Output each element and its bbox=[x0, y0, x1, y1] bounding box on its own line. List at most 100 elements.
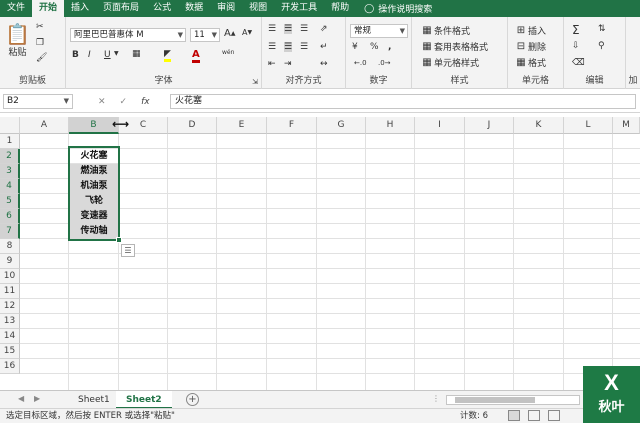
number-format-select[interactable]: 常规 ▼ bbox=[350, 24, 408, 38]
cell-b6[interactable]: 变速器 bbox=[69, 209, 119, 224]
sort-filter-icon[interactable]: ⇅ bbox=[598, 24, 606, 34]
column-header-f[interactable]: F bbox=[267, 117, 317, 134]
fill-icon[interactable]: ⇩ bbox=[572, 41, 580, 51]
row-header-7[interactable]: 7 bbox=[0, 224, 20, 239]
row-header-11[interactable]: 11 bbox=[0, 284, 20, 299]
page-layout-view-icon[interactable] bbox=[528, 410, 540, 421]
add-sheet-icon[interactable]: + bbox=[186, 393, 199, 406]
column-header-h[interactable]: H bbox=[366, 117, 415, 134]
sheet-tab-sheet2[interactable]: Sheet2 bbox=[116, 391, 172, 409]
format-cells-button[interactable]: ▦ 格式 bbox=[514, 56, 546, 69]
phonetic-guide-icon[interactable]: wén bbox=[222, 49, 234, 56]
decrease-indent-icon[interactable]: ⇤ bbox=[268, 59, 276, 69]
fill-handle[interactable] bbox=[116, 237, 122, 243]
select-all-corner[interactable] bbox=[0, 117, 20, 134]
sheet-tab-sheet1[interactable]: Sheet1 bbox=[68, 391, 120, 409]
font-size-select[interactable]: 11 ▼ bbox=[190, 28, 220, 42]
dialog-launcher-icon[interactable]: ⇲ bbox=[252, 78, 258, 86]
row-header-16[interactable]: 16 bbox=[0, 359, 20, 374]
column-header-d[interactable]: D bbox=[168, 117, 217, 134]
copy-icon[interactable]: ❐ bbox=[36, 38, 44, 48]
column-header-k[interactable]: K bbox=[514, 117, 564, 134]
delete-cells-button[interactable]: ⊟ 删除 bbox=[514, 40, 546, 53]
row-header-14[interactable]: 14 bbox=[0, 329, 20, 344]
decrease-decimal-icon[interactable]: .0→ bbox=[378, 59, 391, 67]
scrollbar-thumb[interactable] bbox=[455, 397, 535, 403]
cell-styles-button[interactable]: ▦ 单元格样式 bbox=[420, 56, 479, 69]
currency-icon[interactable]: ¥ bbox=[352, 42, 358, 52]
row-header-13[interactable]: 13 bbox=[0, 314, 20, 329]
align-left-icon[interactable]: ☰ bbox=[268, 42, 276, 52]
tab-data[interactable]: 数据 bbox=[178, 0, 210, 17]
row-header-1[interactable]: 1 bbox=[0, 134, 20, 149]
increase-decimal-icon[interactable]: ←.0 bbox=[354, 59, 367, 67]
bold-button[interactable]: B bbox=[72, 50, 79, 60]
find-icon[interactable]: ⚲ bbox=[598, 41, 605, 51]
orientation-icon[interactable]: ⇗ bbox=[320, 24, 328, 34]
scroll-left-icon[interactable]: ◀ bbox=[18, 394, 24, 403]
format-painter-icon[interactable]: 🖌 bbox=[36, 53, 47, 63]
tab-insert[interactable]: 插入 bbox=[64, 0, 96, 17]
align-center-icon[interactable]: ☰ bbox=[284, 42, 293, 52]
column-header-g[interactable]: G bbox=[317, 117, 366, 134]
row-header-2[interactable]: 2 bbox=[0, 149, 20, 164]
tab-file[interactable]: 文件 bbox=[0, 0, 32, 17]
merge-center-icon[interactable]: ↔ bbox=[320, 59, 328, 69]
paste-options-icon[interactable]: ☰ bbox=[121, 244, 135, 257]
grow-font-button[interactable]: A ▲ bbox=[224, 28, 235, 39]
column-header-j[interactable]: J bbox=[465, 117, 514, 134]
shrink-font-button[interactable]: A ▼ bbox=[242, 28, 252, 37]
align-right-icon[interactable]: ☰ bbox=[300, 42, 308, 52]
more-options-icon[interactable]: ⋮ bbox=[432, 394, 440, 403]
row-header-10[interactable]: 10 bbox=[0, 269, 20, 284]
tab-formulas[interactable]: 公式 bbox=[146, 0, 178, 17]
row-header-5[interactable]: 5 bbox=[0, 194, 20, 209]
cancel-icon[interactable]: ✕ bbox=[98, 97, 106, 107]
tab-page-layout[interactable]: 页面布局 bbox=[96, 0, 146, 17]
tab-view[interactable]: 视图 bbox=[242, 0, 274, 17]
insert-cells-button[interactable]: ⊞ 插入 bbox=[514, 24, 546, 37]
column-header-i[interactable]: I bbox=[415, 117, 465, 134]
row-header-4[interactable]: 4 bbox=[0, 179, 20, 194]
insert-function-button[interactable]: fx bbox=[141, 97, 150, 107]
cell-b2[interactable]: 火花塞 bbox=[69, 149, 119, 164]
worksheet-grid[interactable]: A B C D E F G H I J K L M 1 2 3 4 5 6 7 … bbox=[0, 117, 640, 390]
percent-button[interactable]: % bbox=[370, 42, 379, 52]
cell-b3[interactable]: 燃油泵 bbox=[69, 164, 119, 179]
row-header-12[interactable]: 12 bbox=[0, 299, 20, 314]
cut-icon[interactable]: ✂ bbox=[36, 22, 44, 32]
font-name-select[interactable]: 阿里巴巴普惠体 M ▼ bbox=[70, 28, 186, 42]
italic-button[interactable]: I bbox=[88, 50, 91, 60]
conditional-format-button[interactable]: ▦ 条件格式 bbox=[420, 24, 470, 37]
row-header-8[interactable]: 8 bbox=[0, 239, 20, 254]
row-header-6[interactable]: 6 bbox=[0, 209, 20, 224]
tab-developer[interactable]: 开发工具 bbox=[274, 0, 324, 17]
formula-input[interactable]: 火花塞 bbox=[170, 94, 636, 109]
wrap-text-icon[interactable]: ↵ bbox=[320, 42, 328, 52]
autosum-button[interactable]: Σ bbox=[572, 23, 580, 37]
normal-view-icon[interactable] bbox=[508, 410, 520, 421]
border-icon[interactable]: ▦ bbox=[132, 49, 141, 59]
clear-icon[interactable]: ⌫ bbox=[572, 58, 585, 68]
align-bottom-icon[interactable]: ☰ bbox=[300, 24, 308, 34]
column-header-a[interactable]: A bbox=[20, 117, 69, 134]
tab-home[interactable]: 开始 bbox=[32, 0, 65, 17]
row-header-9[interactable]: 9 bbox=[0, 254, 20, 269]
cell-b7[interactable]: 传动轴 bbox=[69, 224, 119, 239]
scroll-right-icon[interactable]: ▶ bbox=[34, 394, 40, 403]
increase-indent-icon[interactable]: ⇥ bbox=[284, 59, 292, 69]
column-header-l[interactable]: L bbox=[564, 117, 613, 134]
format-table-button[interactable]: ▦ 套用表格格式 bbox=[420, 40, 488, 53]
name-box[interactable]: B2 ▼ bbox=[3, 94, 73, 109]
align-middle-icon[interactable]: ☰ bbox=[284, 24, 293, 34]
enter-icon[interactable]: ✓ bbox=[120, 97, 128, 107]
paste-button[interactable]: 📋 粘贴 bbox=[5, 23, 30, 58]
fill-color-icon[interactable]: ◤ bbox=[164, 49, 171, 62]
font-color-button[interactable]: A bbox=[192, 49, 200, 63]
row-header-15[interactable]: 15 bbox=[0, 344, 20, 359]
align-top-icon[interactable]: ☰ bbox=[268, 24, 276, 34]
tab-review[interactable]: 审阅 bbox=[210, 0, 242, 17]
row-header-3[interactable]: 3 bbox=[0, 164, 20, 179]
page-break-view-icon[interactable] bbox=[548, 410, 560, 421]
column-header-m[interactable]: M bbox=[613, 117, 640, 134]
